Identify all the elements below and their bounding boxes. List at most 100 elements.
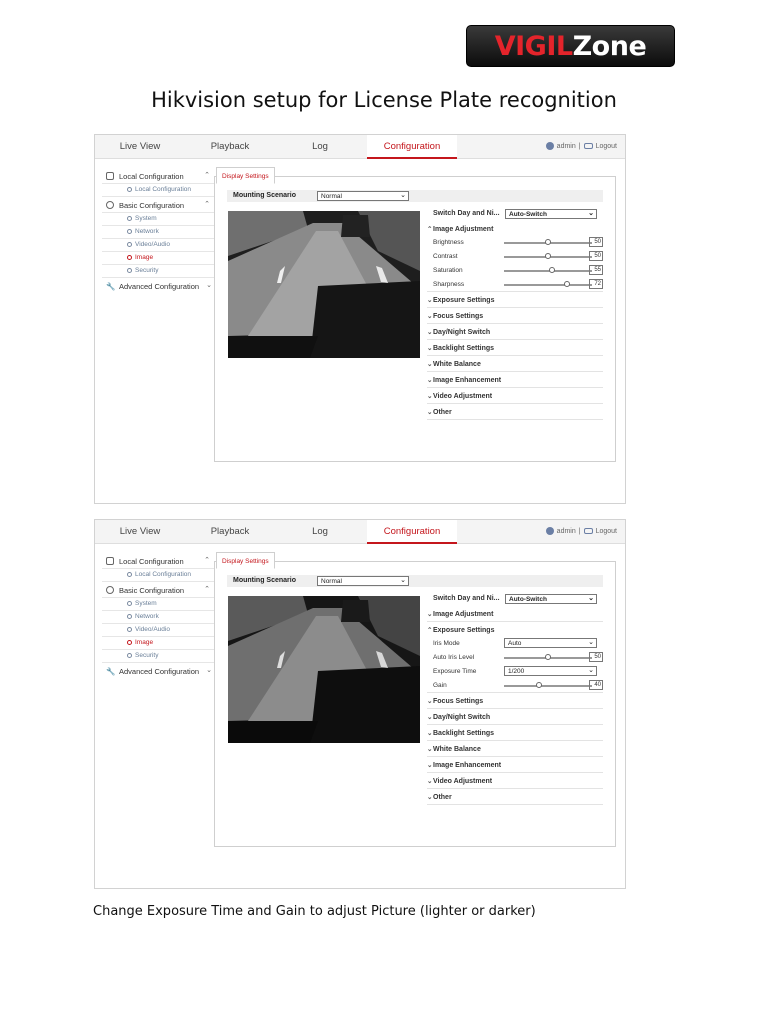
sidebar-section-basic[interactable]: Basic Configuration ⌃: [102, 197, 214, 213]
section-video-adjustment[interactable]: ⌄Video Adjustment: [427, 388, 603, 404]
contrast-label: Contrast: [433, 253, 458, 260]
sidebar-item-label: Network: [135, 613, 159, 620]
nav-configuration[interactable]: Configuration: [367, 135, 457, 159]
sidebar-item-network[interactable]: Network: [102, 226, 214, 239]
section-label: Focus Settings: [433, 313, 484, 320]
tab-display-settings[interactable]: Display Settings: [216, 552, 275, 569]
switch-day-night-select[interactable]: Auto-Switch ⌄: [505, 209, 597, 219]
exposure-time-select[interactable]: 1/200 ⌄: [504, 666, 597, 676]
switch-day-night-select[interactable]: Auto-Switch ⌄: [505, 594, 597, 604]
section-backlight-settings[interactable]: ⌄Backlight Settings: [427, 725, 603, 741]
saturation-value-input[interactable]: 55: [589, 265, 603, 275]
contrast-slider[interactable]: [504, 253, 592, 259]
section-image-enhancement[interactable]: ⌄Image Enhancement: [427, 757, 603, 773]
tab-display-settings[interactable]: Display Settings: [216, 167, 275, 184]
mounting-scenario-select[interactable]: Normal ⌄: [317, 576, 409, 586]
slider-handle[interactable]: [536, 682, 543, 688]
slider-handle[interactable]: [545, 654, 551, 660]
sharpness-slider[interactable]: [504, 281, 592, 287]
section-white-balance[interactable]: ⌄White Balance: [427, 356, 603, 372]
gain-value-input[interactable]: 40: [589, 680, 603, 690]
section-day-night-switch[interactable]: ⌄Day/Night Switch: [427, 709, 603, 725]
iris-mode-label: Iris Mode: [433, 640, 460, 647]
auto-iris-level-slider[interactable]: [504, 654, 592, 660]
section-focus-settings[interactable]: ⌄Focus Settings: [427, 693, 603, 709]
gain-slider[interactable]: [504, 682, 592, 688]
slider-handle[interactable]: [545, 253, 551, 259]
slider-handle[interactable]: [564, 281, 571, 287]
sidebar-item-system[interactable]: System: [102, 598, 214, 611]
section-backlight-settings[interactable]: ⌄Backlight Settings: [427, 340, 603, 356]
mounting-scenario-row: Mounting Scenario Normal ⌄: [227, 575, 603, 587]
live-video-preview: [228, 596, 420, 743]
bullet-icon: [127, 242, 132, 247]
chevron-down-icon: ⌄: [588, 639, 594, 646]
nav-live-view[interactable]: Live View: [95, 520, 185, 544]
chevron-down-icon: ⌄: [206, 282, 212, 289]
section-label: Image Enhancement: [433, 377, 502, 384]
sharpness-value-input[interactable]: 72: [589, 279, 603, 289]
chevron-up-icon: ⌃: [204, 557, 210, 564]
sidebar-section-basic[interactable]: Basic Configuration ⌃: [102, 582, 214, 598]
section-other[interactable]: ⌄Other: [427, 404, 603, 420]
auto-iris-level-value-input[interactable]: 50: [589, 652, 603, 662]
wrench-icon: 🔧: [106, 667, 116, 676]
sidebar-section-advanced[interactable]: 🔧 Advanced Configuration ⌄: [102, 278, 214, 294]
section-other[interactable]: ⌄Other: [427, 789, 603, 805]
mounting-scenario-label: Mounting Scenario: [233, 192, 296, 199]
nav-playback[interactable]: Playback: [185, 520, 275, 544]
sidebar-section-advanced[interactable]: 🔧 Advanced Configuration ⌄: [102, 663, 214, 679]
section-exposure-settings[interactable]: ⌃Exposure Settings: [427, 622, 603, 636]
sidebar-item-label: Network: [135, 228, 159, 235]
sidebar-item-image[interactable]: Image: [102, 252, 214, 265]
logout-link[interactable]: Logout: [596, 143, 617, 150]
nav-log[interactable]: Log: [275, 135, 365, 159]
video-frame-road-scene: [228, 211, 420, 358]
logout-link[interactable]: Logout: [596, 528, 617, 535]
sidebar: Local Configuration ⌃ Local Configuratio…: [102, 553, 214, 679]
bullet-icon: [127, 614, 132, 619]
contrast-value-input[interactable]: 50: [589, 251, 603, 261]
nav-log[interactable]: Log: [275, 520, 365, 544]
bullet-icon: [127, 255, 132, 260]
brightness-slider[interactable]: [504, 239, 592, 245]
slider-handle[interactable]: [549, 267, 556, 273]
bullet-icon: [127, 187, 132, 192]
mounting-scenario-select[interactable]: Normal ⌄: [317, 191, 409, 201]
iris-mode-select[interactable]: Auto ⌄: [504, 638, 597, 648]
sidebar-item-security[interactable]: Security: [102, 265, 214, 278]
section-focus-settings[interactable]: ⌄Focus Settings: [427, 308, 603, 324]
sidebar-item-video-audio[interactable]: Video/Audio: [102, 624, 214, 637]
nav-playback[interactable]: Playback: [185, 135, 275, 159]
sidebar-item-local-configuration[interactable]: Local Configuration: [102, 184, 214, 197]
sidebar-item-image[interactable]: Image: [102, 637, 214, 650]
chevron-down-icon: ⌄: [588, 210, 594, 217]
section-video-adjustment[interactable]: ⌄Video Adjustment: [427, 773, 603, 789]
section-image-adjustment[interactable]: ⌄Image Adjustment: [427, 606, 603, 622]
sidebar-item-system[interactable]: System: [102, 213, 214, 226]
sidebar-item-security[interactable]: Security: [102, 650, 214, 663]
saturation-slider[interactable]: [504, 267, 592, 273]
section-exposure-settings[interactable]: ⌄Exposure Settings: [427, 292, 603, 308]
section-day-night-switch[interactable]: ⌄Day/Night Switch: [427, 324, 603, 340]
sidebar-section-label: Local Configuration: [119, 172, 184, 181]
logout-icon: [583, 528, 593, 534]
iris-mode-control: Iris Mode Auto ⌄: [427, 636, 603, 650]
sidebar-item-video-audio[interactable]: Video/Audio: [102, 239, 214, 252]
sidebar-section-local[interactable]: Local Configuration ⌃: [102, 168, 214, 184]
vigilzone-logo: VIGIL Zone: [466, 25, 675, 67]
sidebar-section-local[interactable]: Local Configuration ⌃: [102, 553, 214, 569]
bullet-icon: [127, 216, 132, 221]
section-image-adjustment[interactable]: ⌃Image Adjustment: [427, 221, 603, 235]
sidebar-item-label: System: [135, 215, 157, 222]
slider-handle[interactable]: [545, 239, 551, 245]
nav-configuration[interactable]: Configuration: [367, 520, 457, 544]
sidebar-item-local-configuration[interactable]: Local Configuration: [102, 569, 214, 582]
sidebar-item-network[interactable]: Network: [102, 611, 214, 624]
section-image-enhancement[interactable]: ⌄Image Enhancement: [427, 372, 603, 388]
settings-panel: Display Settings Mounting Scenario Norma…: [214, 552, 616, 847]
nav-live-view[interactable]: Live View: [95, 135, 185, 159]
brightness-value-input[interactable]: 50: [589, 237, 603, 247]
gear-icon: [106, 201, 114, 209]
section-white-balance[interactable]: ⌄White Balance: [427, 741, 603, 757]
